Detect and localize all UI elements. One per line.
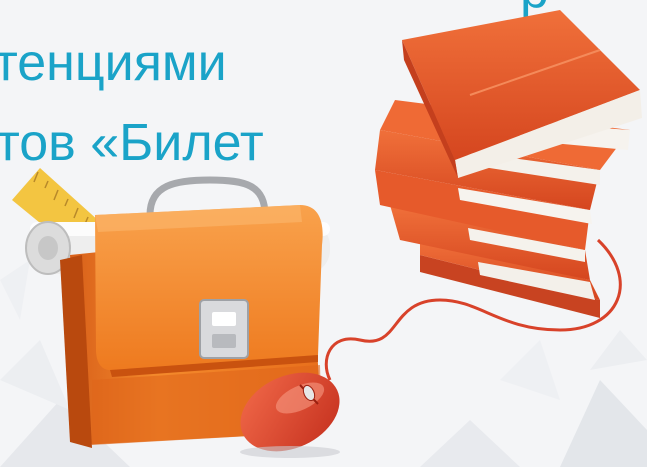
slide: р тенциями тов «Билет [0,0,647,467]
illustration [12,10,642,458]
book-stack-icon [375,10,642,318]
